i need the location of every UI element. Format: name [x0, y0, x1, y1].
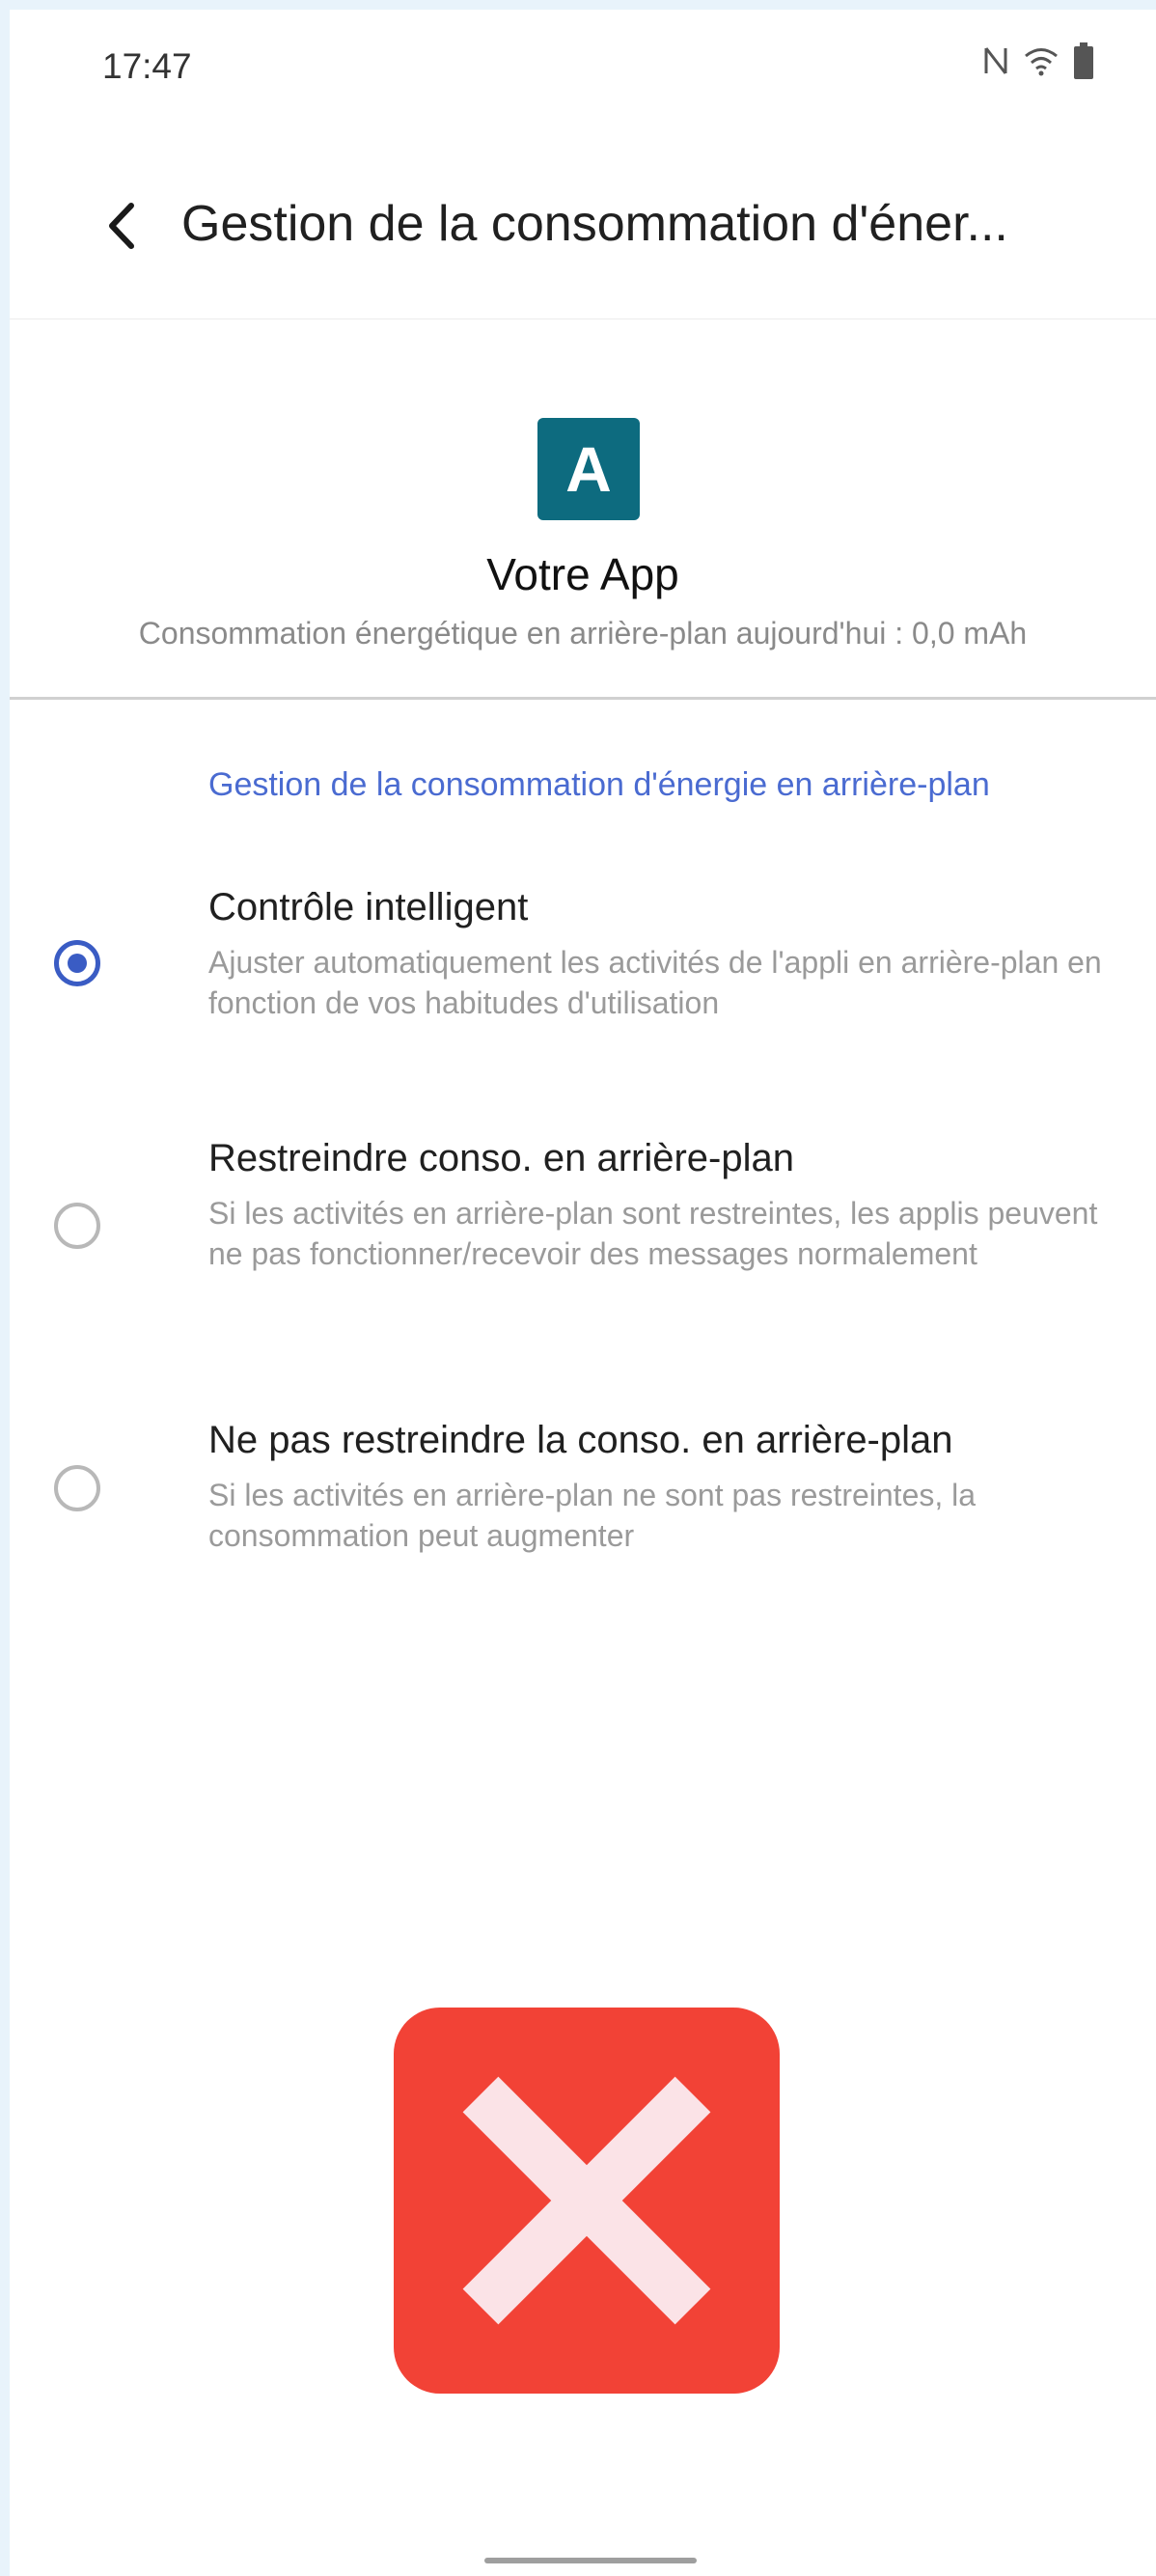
error-badge — [394, 2008, 780, 2394]
option-title: Restreindre conso. en arrière-plan — [208, 1137, 794, 1179]
home-indicator[interactable] — [484, 2558, 697, 2563]
option-no-restriction[interactable]: Ne pas restreindre la conso. en arrière-… — [10, 1419, 1156, 1554]
app-usage-text: Consommation énergétique en arrière-plan… — [138, 616, 1028, 651]
wifi-icon — [1023, 45, 1060, 81]
option-restrict-background[interactable]: Restreindre conso. en arrière-plan Si le… — [10, 1137, 1156, 1311]
option-description: Si les activités en arrière-plan ne sont… — [208, 1478, 977, 1553]
page-title: Gestion de la consommation d'éner... — [181, 196, 1008, 252]
app-name: Votre App — [486, 549, 679, 599]
nfc-icon — [982, 44, 1009, 82]
divider — [10, 697, 1156, 700]
status-bar: 17:47 — [10, 10, 1156, 121]
section-header: Gestion de la consommation d'énergie en … — [208, 766, 990, 803]
option-smart-control[interactable]: Contrôle intelligent Ajuster automatique… — [10, 886, 1156, 1021]
status-icons — [982, 42, 1094, 84]
battery-icon — [1073, 42, 1094, 84]
chevron-left-icon — [102, 200, 141, 257]
option-title: Contrôle intelligent — [208, 886, 529, 928]
app-icon: A — [537, 418, 640, 520]
app-bar: Gestion de la consommation d'éner... — [10, 145, 1156, 319]
radio-restrict-background[interactable] — [54, 1203, 100, 1249]
option-description: Si les activités en arrière-plan sont re… — [208, 1196, 1098, 1271]
radio-smart-control[interactable] — [54, 940, 100, 986]
status-time: 17:47 — [102, 46, 192, 86]
battery-settings-screen: 17:47 Gestion de la consommation d'éner.… — [10, 10, 1156, 2576]
back-button[interactable] — [83, 189, 160, 266]
close-icon — [394, 2076, 780, 2397]
option-title: Ne pas restreindre la conso. en arrière-… — [208, 1419, 953, 1461]
radio-no-restriction[interactable] — [54, 1465, 100, 1511]
option-description: Ajuster automatiquement les activités de… — [208, 945, 1102, 1020]
